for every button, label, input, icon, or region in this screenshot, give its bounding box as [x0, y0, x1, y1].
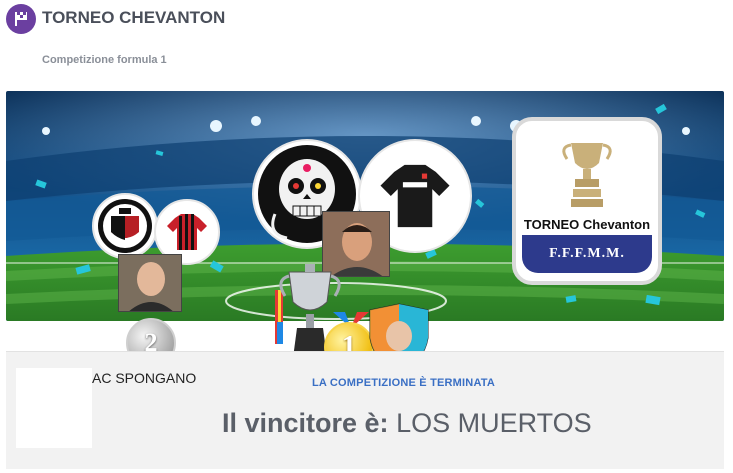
stadium-banner: TORNEO Chevanton F.F.F.M.M.: [6, 91, 724, 321]
second-manager-photo: [118, 254, 182, 312]
flag-icon: [6, 4, 36, 34]
winner-line: Il vincitore è: LOS MUERTOS: [222, 408, 592, 439]
winner-label: Il vincitore è:: [222, 408, 389, 438]
second-place-team-name: AC SPONGANO: [92, 370, 197, 386]
page: TORNEO CHEVANTON Competizione formula 1: [0, 0, 733, 473]
result-panel: AC SPONGANO LA COMPETIZIONE È TERMINATA …: [6, 351, 724, 469]
trophy-name: TORNEO Chevanton: [523, 217, 651, 232]
competition-status: LA COMPETIZIONE È TERMINATA: [312, 377, 496, 389]
competition-title: TORNEO CHEVANTON: [42, 8, 226, 27]
trophy-icon: [562, 143, 612, 207]
competition-subtitle: Competizione formula 1: [42, 54, 167, 66]
placeholder-image: [16, 368, 92, 448]
winner-name: LOS MUERTOS: [396, 408, 592, 438]
second-team-crest: [92, 193, 158, 259]
trophy-card: TORNEO Chevanton F.F.F.M.M.: [512, 117, 662, 285]
trophy-badge: F.F.F.M.M.: [522, 235, 652, 273]
